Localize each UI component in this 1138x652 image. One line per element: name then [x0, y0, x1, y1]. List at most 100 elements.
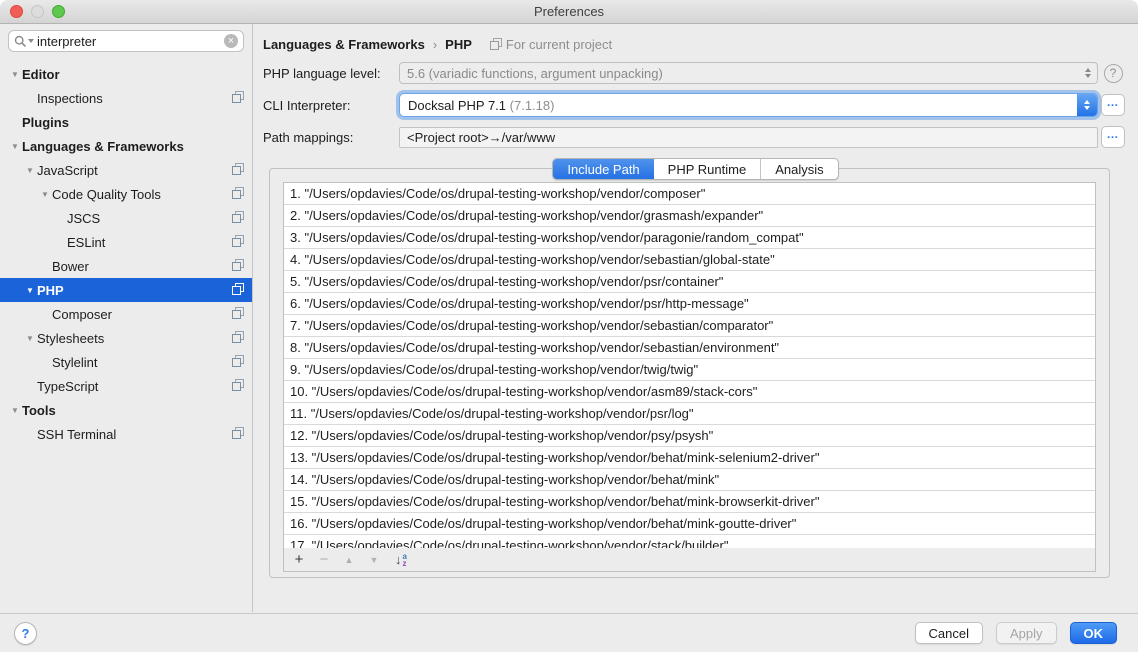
settings-sidebar: × ▼ Editor ▼ Inspections ▼ Plugins ▼ Lan… [0, 24, 253, 612]
expand-arrow-icon[interactable]: ▼ [8, 70, 22, 79]
tree-item-label: JSCS [67, 211, 100, 226]
include-path-row[interactable]: 2. "/Users/opdavies/Code/os/drupal-testi… [284, 205, 1095, 227]
include-path-row[interactable]: 6. "/Users/opdavies/Code/os/drupal-testi… [284, 293, 1095, 315]
sidebar-tree-item[interactable]: ▼ Editor [0, 62, 252, 86]
per-project-icon [232, 187, 244, 202]
apply-button[interactable]: Apply [996, 622, 1057, 644]
sidebar-tree-item[interactable]: ▼ Tools [0, 398, 252, 422]
include-path-row[interactable]: 4. "/Users/opdavies/Code/os/drupal-testi… [284, 249, 1095, 271]
tree-item-label: Code Quality Tools [52, 187, 161, 202]
path-mappings-label: Path mappings: [263, 130, 399, 145]
cli-interpreter-select[interactable]: Docksal PHP 7.1 (7.1.18) [399, 93, 1098, 117]
include-path-row[interactable]: 9. "/Users/opdavies/Code/os/drupal-testi… [284, 359, 1095, 381]
per-project-icon [490, 38, 502, 50]
breadcrumb: Languages & Frameworks › PHP For current… [253, 24, 1138, 54]
include-path-row[interactable]: 11. "/Users/opdavies/Code/os/drupal-test… [284, 403, 1095, 425]
close-window-icon[interactable] [10, 5, 23, 18]
clear-search-icon[interactable]: × [224, 34, 238, 48]
include-path-row[interactable]: 1. "/Users/opdavies/Code/os/drupal-testi… [284, 183, 1095, 205]
titlebar: Preferences [0, 0, 1138, 24]
cli-interpreter-label: CLI Interpreter: [263, 98, 399, 113]
search-history-chevron-icon[interactable] [28, 39, 34, 43]
include-path-row[interactable]: 14. "/Users/opdavies/Code/os/drupal-test… [284, 469, 1095, 491]
include-path-row[interactable]: 5. "/Users/opdavies/Code/os/drupal-testi… [284, 271, 1095, 293]
path-mappings-field[interactable]: <Project root>→/var/www [399, 127, 1098, 148]
expand-arrow-icon[interactable]: ▼ [38, 190, 52, 199]
expand-arrow-icon[interactable]: ▼ [23, 334, 37, 343]
move-down-button[interactable]: ▼ [366, 552, 382, 568]
ok-button[interactable]: OK [1070, 622, 1118, 644]
search-input[interactable] [37, 34, 224, 49]
sidebar-tree-item[interactable]: ▼ Stylelint [0, 350, 252, 374]
minimize-window-icon [31, 5, 44, 18]
breadcrumb-separator: › [433, 37, 437, 52]
add-path-button[interactable]: + [291, 552, 307, 568]
breadcrumb-parent: Languages & Frameworks [263, 37, 425, 52]
tab-analysis[interactable]: Analysis [761, 159, 837, 179]
per-project-icon [232, 91, 244, 106]
sidebar-tree-item[interactable]: ▼ JSCS [0, 206, 252, 230]
include-path-row[interactable]: 10. "/Users/opdavies/Code/os/drupal-test… [284, 381, 1095, 403]
include-path-row[interactable]: 13. "/Users/opdavies/Code/os/drupal-test… [284, 447, 1095, 469]
per-project-icon [232, 331, 244, 346]
expand-arrow-icon[interactable]: ▼ [8, 406, 22, 415]
tab-php-runtime[interactable]: PHP Runtime [654, 159, 762, 179]
sidebar-tree-item[interactable]: ▼ Languages & Frameworks [0, 134, 252, 158]
expand-arrow-icon[interactable]: ▼ [8, 142, 22, 151]
path-mappings-browse-button[interactable]: … [1101, 126, 1125, 148]
sidebar-tree-item[interactable]: ▼ JavaScript [0, 158, 252, 182]
include-path-row[interactable]: 17. "/Users/opdavies/Code/os/drupal-test… [284, 535, 1095, 548]
sidebar-tree-item[interactable]: ▼ PHP [0, 278, 252, 302]
sort-alphabetically-button[interactable]: ↓ a z [395, 552, 407, 567]
expand-arrow-icon[interactable]: ▼ [23, 166, 37, 175]
tree-item-label: Inspections [37, 91, 103, 106]
search-icon [14, 35, 27, 48]
remove-path-button[interactable]: − [316, 552, 332, 568]
cli-interpreter-browse-button[interactable]: … [1101, 94, 1125, 116]
include-path-list[interactable]: 1. "/Users/opdavies/Code/os/drupal-testi… [284, 183, 1095, 548]
per-project-icon [232, 283, 244, 298]
include-path-row[interactable]: 8. "/Users/opdavies/Code/os/drupal-testi… [284, 337, 1095, 359]
include-path-row[interactable]: 7. "/Users/opdavies/Code/os/drupal-testi… [284, 315, 1095, 337]
tree-item-label: TypeScript [37, 379, 98, 394]
tree-item-label: SSH Terminal [37, 427, 116, 442]
sort-arrow-icon: ↓ [395, 552, 402, 567]
sidebar-tree-item[interactable]: ▼ TypeScript [0, 374, 252, 398]
move-up-button[interactable]: ▲ [341, 552, 357, 568]
help-icon[interactable]: ? [1104, 64, 1123, 83]
cli-interpreter-row: CLI Interpreter: Docksal PHP 7.1 (7.1.18… [263, 94, 1128, 116]
language-level-row: PHP language level: 5.6 (variadic functi… [263, 62, 1128, 84]
sidebar-tree-item[interactable]: ▼ SSH Terminal [0, 422, 252, 446]
include-path-row[interactable]: 12. "/Users/opdavies/Code/os/drupal-test… [284, 425, 1095, 447]
include-path-row[interactable]: 3. "/Users/opdavies/Code/os/drupal-testi… [284, 227, 1095, 249]
per-project-icon [232, 427, 244, 442]
sidebar-tree-item[interactable]: ▼ Inspections [0, 86, 252, 110]
sidebar-tree-item[interactable]: ▼ Bower [0, 254, 252, 278]
tree-item-label: ESLint [67, 235, 105, 250]
sidebar-tree-item[interactable]: ▼ Plugins [0, 110, 252, 134]
sidebar-tree-item[interactable]: ▼ ESLint [0, 230, 252, 254]
include-path-row[interactable]: 15. "/Users/opdavies/Code/os/drupal-test… [284, 491, 1095, 513]
combo-stepper-icon[interactable] [1077, 93, 1097, 117]
include-path-row[interactable]: 16. "/Users/opdavies/Code/os/drupal-test… [284, 513, 1095, 535]
tree-item-label: Editor [22, 67, 60, 82]
tab-include-path[interactable]: Include Path [553, 159, 653, 179]
settings-search-box[interactable]: × [8, 30, 244, 52]
tab-bar: Include Path PHP Runtime Analysis [552, 158, 838, 180]
include-path-panel: 1. "/Users/opdavies/Code/os/drupal-testi… [269, 168, 1110, 578]
language-level-label: PHP language level: [263, 66, 399, 81]
zoom-window-icon[interactable] [52, 5, 65, 18]
expand-arrow-icon[interactable]: ▼ [23, 286, 37, 295]
sidebar-tree-item[interactable]: ▼ Code Quality Tools [0, 182, 252, 206]
sidebar-tree-item[interactable]: ▼ Stylesheets [0, 326, 252, 350]
help-button[interactable]: ? [14, 622, 37, 645]
list-toolbar: + − ▲ ▼ ↓ a z [284, 548, 1095, 571]
traffic-lights [10, 5, 65, 18]
per-project-icon [232, 379, 244, 394]
cli-interpreter-version: (7.1.18) [510, 98, 555, 113]
cancel-button[interactable]: Cancel [915, 622, 983, 644]
sidebar-tree-item[interactable]: ▼ Composer [0, 302, 252, 326]
language-level-select[interactable]: 5.6 (variadic functions, argument unpack… [399, 62, 1098, 84]
path-mappings-value: <Project root>→/var/www [407, 130, 555, 145]
tree-item-label: PHP [37, 283, 64, 298]
